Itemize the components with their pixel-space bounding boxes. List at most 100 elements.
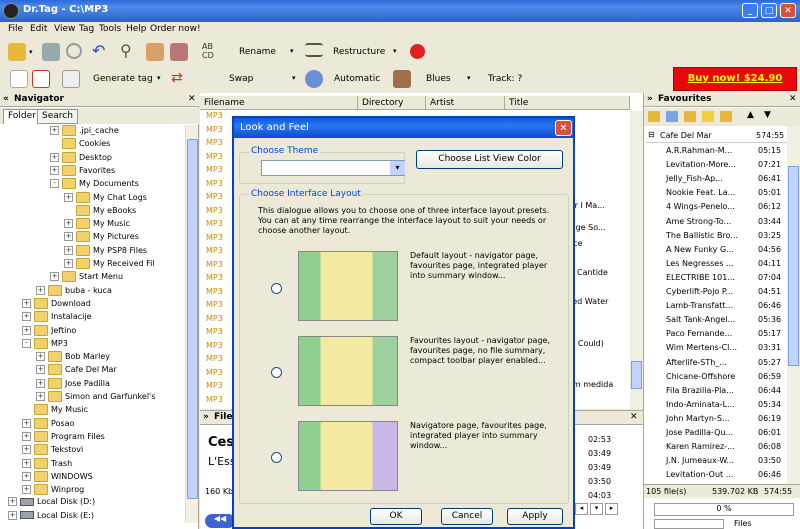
favourite-track[interactable]: Lamb-Transfatt... 06:46	[644, 299, 787, 313]
page-dropdown-button[interactable]: ▾	[590, 503, 603, 515]
favourite-track[interactable]: J.N. Jumeaux-W... 03:50	[644, 454, 787, 468]
tree-item[interactable]: + Jose Padilla	[36, 377, 110, 391]
files-filter-input[interactable]	[654, 519, 724, 529]
fav-add-icon[interactable]	[666, 111, 678, 122]
expand-icon[interactable]: +	[36, 285, 45, 295]
tree-scrollbar[interactable]	[185, 125, 198, 523]
tree-item[interactable]: + Local Disk (D:)	[8, 497, 95, 510]
expand-icon[interactable]: +	[50, 272, 59, 282]
restructure-dropdown-icon[interactable]: ▾	[393, 47, 397, 55]
expand-icon[interactable]: +	[64, 232, 73, 242]
move-down-icon[interactable]: ▼	[764, 110, 771, 120]
favourite-track[interactable]: Jose Padilla-Qu... 06:01	[644, 426, 787, 440]
file-row-filename[interactable]: MP3	[206, 341, 223, 350]
favourite-track[interactable]: Karen Ramirez-... 06:08	[644, 440, 787, 454]
favourite-track[interactable]: 4 Wings-Penelo... 06:12	[644, 200, 787, 214]
collapse-icon[interactable]: «	[3, 94, 9, 104]
column-filename[interactable]: Filename	[200, 96, 358, 110]
expand-icon[interactable]: +	[36, 365, 45, 375]
restructure-button[interactable]: Restructure	[333, 47, 385, 57]
tree-item[interactable]: + Jeftino	[22, 324, 76, 338]
fav-scroll-thumb[interactable]	[788, 166, 799, 366]
menu-tag[interactable]: Tag	[79, 24, 94, 34]
column-artist[interactable]: Artist	[426, 96, 505, 110]
file-row-filename[interactable]: MP3	[206, 300, 223, 309]
expand-icon[interactable]: +	[22, 471, 31, 481]
tree-item[interactable]: + My Received Fil	[64, 258, 155, 271]
rename-dropdown-icon[interactable]: ▾	[290, 47, 294, 55]
tree-item[interactable]: + Simon and Garfunkel's	[36, 391, 155, 404]
file-row-filename[interactable]: MP3	[206, 314, 223, 323]
file-row-filename[interactable]: MP3	[206, 219, 223, 228]
expand-icon[interactable]: +	[22, 418, 31, 428]
apply-button[interactable]: Apply	[507, 508, 563, 525]
layout-radio-favourites[interactable]	[271, 367, 282, 378]
expand-icon[interactable]: +	[50, 152, 59, 162]
column-directory[interactable]: Directory	[358, 96, 426, 110]
favourite-track[interactable]: Salt Tank-Angel... 05:36	[644, 313, 787, 327]
next-page-button[interactable]: ▸	[605, 503, 618, 515]
file-row-filename[interactable]: MP3	[206, 111, 223, 120]
expand-icon[interactable]: +	[22, 431, 31, 441]
tree-item[interactable]: + Tekstovi	[22, 444, 83, 457]
file-row-filename[interactable]: MP3	[206, 260, 223, 269]
disk-icon[interactable]	[170, 43, 188, 61]
fav-remove-icon[interactable]	[720, 111, 732, 122]
column-title[interactable]: Title	[505, 96, 630, 110]
rewind-button[interactable]: ◀◀	[205, 514, 235, 528]
automatic-icon[interactable]	[305, 70, 323, 88]
generate-tag-icon[interactable]	[62, 70, 80, 88]
expand-icon[interactable]: +	[36, 378, 45, 388]
theme-dropdown-icon[interactable]: ▾	[390, 161, 405, 175]
file-row-filename[interactable]: MP3	[206, 152, 223, 161]
prev-page-button[interactable]: ◂	[575, 503, 588, 515]
generate-tag-dropdown-icon[interactable]: ▾	[157, 74, 161, 82]
tree-item[interactable]: + Start Menu	[50, 271, 123, 284]
favourite-track[interactable]: Paco Fernande... 05:17	[644, 327, 787, 341]
expand-icon[interactable]: +	[64, 259, 73, 268]
tree-item[interactable]: + My PSP8 Files	[64, 244, 147, 258]
expand-icon[interactable]: +	[22, 485, 31, 495]
menu-help[interactable]: Help	[126, 24, 147, 34]
fav-open-icon[interactable]	[648, 111, 660, 122]
tree-item[interactable]: + WINDOWS	[22, 470, 93, 484]
undo-icon[interactable]: ↶	[92, 43, 110, 61]
search-icon[interactable]: ⚲	[120, 43, 138, 61]
favourite-track[interactable]: Levitation-Out ... 06:46	[644, 468, 787, 482]
collapse-icon[interactable]: -	[50, 179, 59, 189]
file-panel-close-icon[interactable]: ✕	[630, 412, 638, 422]
rename-button[interactable]: Rename	[239, 47, 276, 57]
open-dropdown-icon[interactable]: ▾	[29, 48, 33, 56]
tree-item[interactable]: My Music	[22, 404, 88, 417]
stop-icon[interactable]	[66, 43, 82, 59]
close-button[interactable]: ✕	[780, 3, 796, 18]
genre-selector[interactable]: Blues	[426, 74, 451, 84]
favourite-track[interactable]: The Ballistic Bro... 03:25	[644, 229, 787, 243]
file-row-filename[interactable]: MP3	[206, 125, 223, 134]
file-row-filename[interactable]: MP3	[206, 368, 223, 377]
generate-tag-button[interactable]: Generate tag	[93, 74, 153, 84]
choose-list-view-color-button[interactable]: Choose List View Color	[416, 150, 563, 169]
maximize-button[interactable]: □	[761, 3, 777, 18]
favourite-track[interactable]: Indo-Aminata-L... 05:34	[644, 398, 787, 412]
file-row-filename[interactable]: MP3	[206, 354, 223, 363]
tree-item[interactable]: + Download	[22, 297, 91, 311]
tab-folder[interactable]: Folder	[3, 109, 41, 124]
open-folder-icon[interactable]	[8, 43, 26, 61]
file-row-filename[interactable]: MP3	[206, 381, 223, 390]
fav-album-row[interactable]: ⊟ Cafe Del Mar 574:55	[646, 129, 787, 143]
tree-item[interactable]: + My Music	[64, 218, 130, 231]
expand-icon[interactable]: +	[64, 192, 73, 202]
favourite-track[interactable]: Les Negresses ... 04:11	[644, 257, 787, 271]
menu-view[interactable]: View	[54, 24, 75, 34]
layout-radio-default[interactable]	[271, 283, 282, 294]
tree-item[interactable]: + Winprog	[22, 484, 84, 497]
file-row-filename[interactable]: MP3	[206, 138, 223, 147]
favourite-track[interactable]: John Martyn-S... 06:19	[644, 412, 787, 426]
minimize-button[interactable]: _	[742, 3, 758, 18]
tree-item[interactable]: + Trash	[22, 457, 72, 471]
expand-icon[interactable]: +	[8, 510, 17, 520]
theme-select[interactable]: ▾	[261, 160, 405, 176]
favourite-track[interactable]: ELECTRIBE 101... 07:04	[644, 271, 787, 285]
expand-icon[interactable]: +	[22, 325, 31, 335]
